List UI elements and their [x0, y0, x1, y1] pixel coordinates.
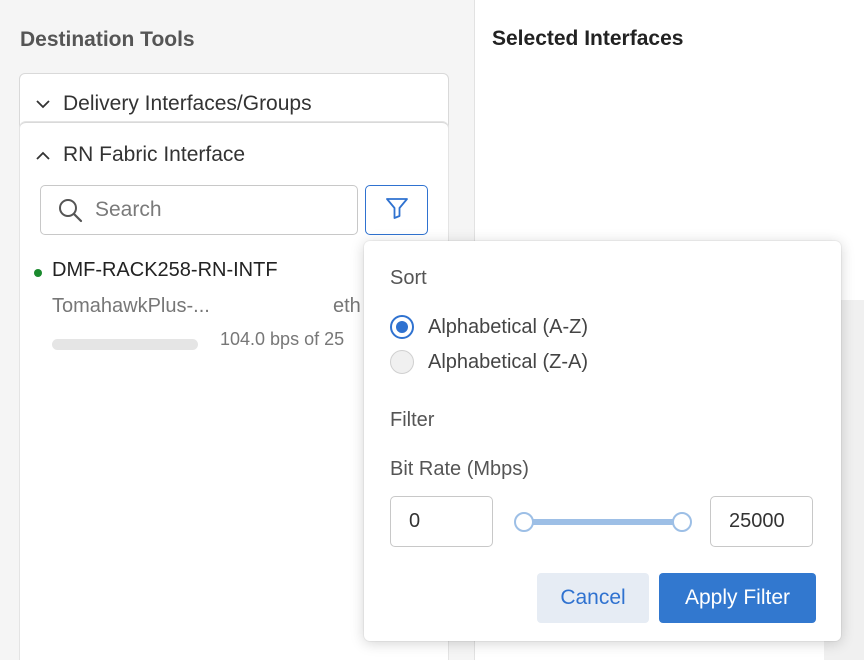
slider-max-handle[interactable]: [672, 512, 692, 532]
search-box: [40, 185, 358, 235]
slider-track: [524, 519, 684, 525]
bit-rate-label: Bit Rate (Mbps): [390, 458, 529, 480]
sort-option-label: Alphabetical (A-Z): [428, 315, 589, 338]
bit-rate-min-input[interactable]: [390, 496, 493, 547]
apply-filter-button[interactable]: Apply Filter: [659, 573, 816, 623]
destination-tools-title: Destination Tools: [20, 28, 195, 51]
slider-min-handle[interactable]: [514, 512, 534, 532]
filter-heading: Filter: [390, 409, 435, 431]
interface-name: DMF-RACK258-RN-INTF: [52, 259, 278, 281]
filter-button[interactable]: [365, 185, 428, 235]
radio-checked[interactable]: [390, 315, 414, 339]
cancel-button[interactable]: Cancel: [537, 573, 649, 623]
filter-icon: [385, 197, 409, 224]
bit-rate-range-slider[interactable]: [514, 511, 694, 533]
sort-option-z-a[interactable]: Alphabetical (Z-A): [390, 350, 588, 374]
rn-fabric-label: RN Fabric Interface: [63, 143, 246, 166]
radio-unchecked[interactable]: [390, 350, 414, 374]
interface-port: eth: [333, 295, 361, 317]
interface-switch: TomahawkPlus-...: [52, 295, 210, 317]
search-icon: [57, 197, 83, 223]
utilization-text: 104.0 bps of 25: [220, 329, 345, 349]
delivery-interfaces-header[interactable]: Delivery Interfaces/Groups: [32, 92, 312, 116]
sort-heading: Sort: [390, 267, 427, 289]
rn-fabric-header[interactable]: RN Fabric Interface: [32, 143, 245, 167]
sort-filter-popover: Sort Alphabetical (A-Z) Alphabetical (Z-…: [364, 241, 841, 641]
sort-option-label: Alphabetical (Z-A): [428, 350, 589, 373]
app-root: Destination Tools Delivery Interfaces/Gr…: [0, 0, 864, 660]
sort-option-a-z[interactable]: Alphabetical (A-Z): [390, 315, 588, 339]
status-dot: [34, 269, 42, 277]
bit-rate-max-input[interactable]: [710, 496, 813, 547]
delivery-interfaces-label: Delivery Interfaces/Groups: [63, 92, 312, 115]
chevron-down-icon: [32, 93, 54, 115]
chevron-up-icon: [32, 144, 54, 166]
utilization-bar: [52, 339, 198, 350]
selected-interfaces-title: Selected Interfaces: [492, 27, 684, 50]
search-input[interactable]: [95, 198, 315, 222]
